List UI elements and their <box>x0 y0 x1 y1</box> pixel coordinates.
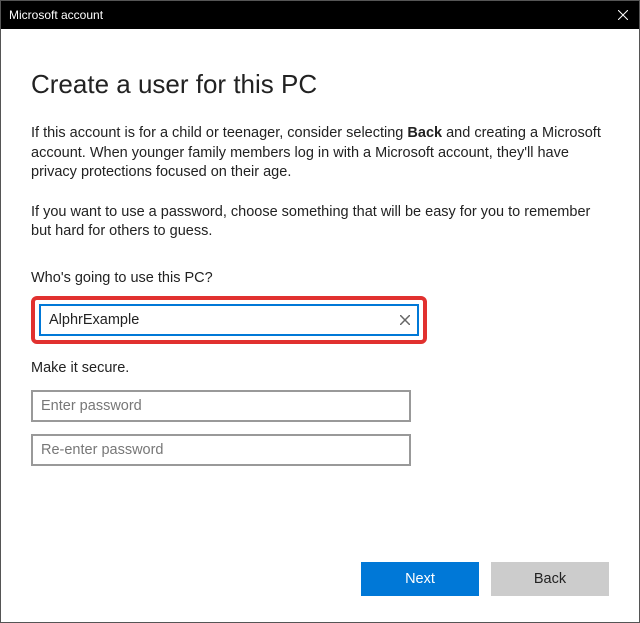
username-label: Who's going to use this PC? <box>31 270 609 286</box>
footer-buttons: Next Back <box>31 542 609 602</box>
intro-paragraph-2: If you want to use a password, choose so… <box>31 203 609 242</box>
clear-username-button[interactable] <box>397 312 413 328</box>
intro-bold-back: Back <box>407 125 442 141</box>
content-area: Create a user for this PC If this accoun… <box>1 29 639 622</box>
back-button[interactable]: Back <box>491 562 609 596</box>
page-title: Create a user for this PC <box>31 69 609 100</box>
secure-label: Make it secure. <box>31 360 609 376</box>
intro-text-before: If this account is for a child or teenag… <box>31 125 407 141</box>
close-button[interactable] <box>607 1 639 29</box>
window-frame: Microsoft account Create a user for this… <box>0 0 640 623</box>
titlebar: Microsoft account <box>1 1 639 29</box>
password-input[interactable] <box>31 390 411 422</box>
close-icon <box>618 10 628 20</box>
x-icon <box>400 315 410 325</box>
username-highlight <box>31 296 427 344</box>
intro-paragraph-1: If this account is for a child or teenag… <box>31 124 609 183</box>
username-input-wrap <box>39 304 419 336</box>
window-title: Microsoft account <box>9 8 103 22</box>
username-input[interactable] <box>39 304 419 336</box>
next-button[interactable]: Next <box>361 562 479 596</box>
password-confirm-input[interactable] <box>31 434 411 466</box>
